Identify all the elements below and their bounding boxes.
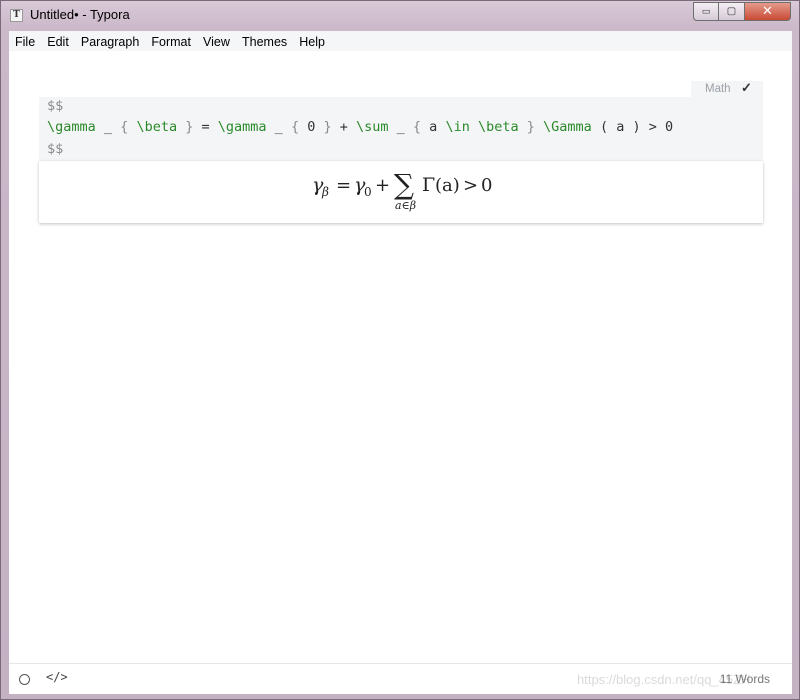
eq-equals: =: [336, 175, 351, 196]
close-delimiter: $$: [47, 141, 64, 157]
typora-app-icon[interactable]: T: [10, 9, 23, 22]
minimize-button[interactable]: ▭: [693, 2, 719, 21]
math-tag-label: Math: [705, 83, 731, 95]
source-code-mode-icon[interactable]: </>: [46, 670, 68, 684]
math-block-tag[interactable]: Math ✓: [691, 80, 763, 97]
circle-icon[interactable]: [19, 674, 30, 685]
menu-themes[interactable]: Themes: [242, 32, 287, 52]
eq-sum-symbol: ∑: [394, 168, 414, 201]
latex-token-cmd: \beta: [477, 119, 519, 135]
rendered-equation: γ β = γ 0 + ∑ a∈β Γ (a) > 0: [312, 168, 492, 212]
maximize-icon: ▢: [726, 6, 737, 17]
close-button[interactable]: ✕: [745, 2, 791, 21]
eq-beta-subscript: β: [321, 185, 329, 199]
menu-paragraph[interactable]: Paragraph: [81, 32, 139, 52]
menu-format[interactable]: Format: [151, 32, 191, 52]
latex-token-text: [177, 119, 185, 135]
latex-token-text: 0: [299, 119, 324, 135]
latex-token-cmd: \sum: [356, 119, 389, 135]
menu-edit[interactable]: Edit: [47, 32, 69, 52]
latex-token-cmd: \gamma: [47, 119, 96, 135]
latex-token-text: [470, 119, 478, 135]
status-bar: </> https://blog.csdn.net/qq_45ZH 11 Wor…: [9, 663, 792, 694]
eq-sum-subscript: a∈β: [395, 199, 416, 212]
checkmark-icon[interactable]: ✓: [741, 80, 752, 96]
close-icon: ✕: [762, 4, 773, 19]
eq-paren-a: (a): [435, 175, 460, 196]
math-rendered-preview[interactable]: γ β = γ 0 + ∑ a∈β Γ (a) > 0: [39, 161, 763, 223]
eq-greater-than: >: [463, 175, 478, 196]
latex-token-brace: }: [526, 119, 535, 135]
latex-token-cmd: \Gamma: [543, 119, 592, 135]
maximize-button[interactable]: ▢: [719, 2, 745, 21]
latex-token-text: [535, 119, 543, 135]
eq-zero-subscript: 0: [364, 185, 372, 199]
editor-area[interactable]: Math ✓ $$ \gamma _ { \beta } = \gamma _ …: [9, 51, 792, 663]
eq-zero: 0: [481, 175, 492, 196]
app-window: T Untitled• - Typora ▭ ▢ ✕ File Edit Par…: [0, 0, 800, 700]
latex-token-cmd: \gamma: [217, 119, 267, 135]
latex-token-text: a: [421, 119, 446, 135]
math-source-editor[interactable]: $$ \gamma _ { \beta } = \gamma _ { 0 } +…: [39, 97, 763, 161]
latex-token-cmd: \in: [445, 119, 470, 135]
latex-token-brace: {: [412, 119, 422, 135]
latex-token-text: +: [331, 119, 356, 135]
menu-bar: File Edit Paragraph Format View Themes H…: [9, 31, 792, 51]
open-delimiter: $$: [47, 98, 64, 114]
word-count[interactable]: 11 Words: [720, 672, 770, 686]
latex-token-brace: }: [323, 119, 332, 135]
latex-token-text: _: [266, 119, 291, 135]
latex-token-brace: {: [290, 119, 300, 135]
eq-plus: +: [375, 175, 390, 196]
latex-source-line[interactable]: \gamma _ { \beta } = \gamma _ { 0 } + \s…: [47, 118, 673, 136]
latex-token-text: =: [193, 119, 218, 135]
eq-Gamma: Γ: [422, 174, 435, 196]
latex-token-text: _: [388, 119, 413, 135]
latex-token-text: [519, 119, 527, 135]
title-bar[interactable]: T Untitled• - Typora ▭ ▢ ✕: [1, 1, 799, 31]
menu-file[interactable]: File: [15, 32, 35, 52]
minimize-icon: ▭: [701, 6, 711, 17]
menu-help[interactable]: Help: [299, 32, 325, 52]
window-title: Untitled• - Typora: [30, 7, 130, 22]
latex-token-cmd: \beta: [136, 119, 178, 135]
latex-token-text: ( a ) > 0: [591, 119, 674, 135]
window-controls: ▭ ▢ ✕: [693, 2, 791, 21]
latex-token-text: _: [95, 119, 121, 135]
menu-view[interactable]: View: [203, 32, 230, 52]
